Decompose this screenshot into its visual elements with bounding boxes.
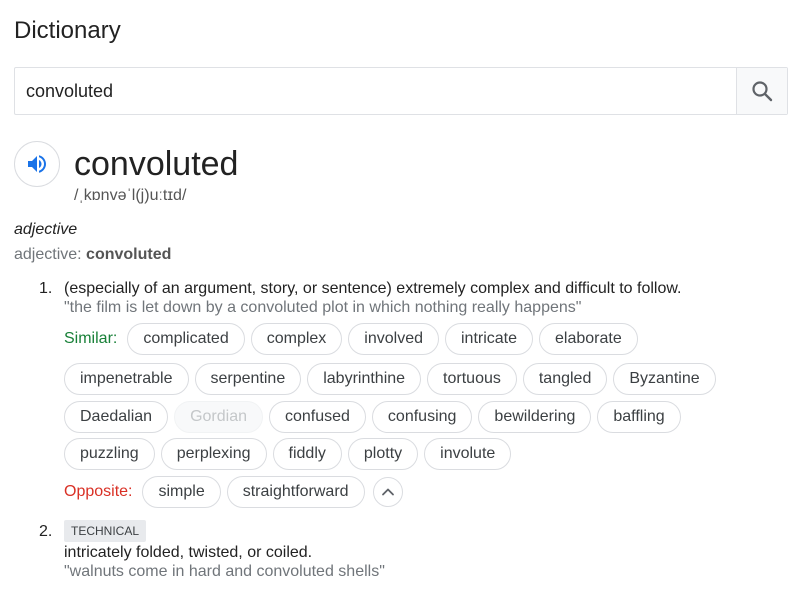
- synonym-chip[interactable]: serpentine: [194, 363, 302, 395]
- headword: convoluted: [74, 145, 239, 183]
- antonym-chip[interactable]: straightforward: [226, 476, 365, 508]
- chevron-up-icon: [381, 488, 394, 496]
- synonym-chip[interactable]: plotty: [347, 438, 419, 470]
- synonym-chip[interactable]: bewildering: [478, 401, 592, 433]
- sense-definition: intricately folded, twisted, or coiled.: [64, 544, 313, 561]
- synonym-chip[interactable]: Daedalian: [64, 401, 169, 433]
- synonym-chip[interactable]: intricate: [445, 323, 534, 355]
- synonym-chip[interactable]: baffling: [597, 401, 681, 433]
- similar-row: puzzling perplexing fiddly plotty involu…: [64, 438, 512, 470]
- similar-row: impenetrable serpentine labyrinthine tor…: [64, 363, 716, 395]
- synonym-chip[interactable]: Byzantine: [613, 363, 716, 395]
- forms-value: convoluted: [86, 246, 172, 263]
- sense-number: 2.: [39, 523, 53, 540]
- sense-definition: (especially of an argument, story, or se…: [64, 280, 682, 297]
- synonym-chip-disabled: Gordian: [174, 401, 263, 433]
- synonym-chip[interactable]: involved: [348, 323, 439, 355]
- search-button[interactable]: [736, 68, 787, 114]
- similar-row: Similar: complicated complex involved in…: [64, 323, 638, 355]
- synonym-chip[interactable]: complex: [250, 323, 343, 355]
- sense-example: "the film is let down by a convoluted pl…: [64, 299, 582, 316]
- synonym-chip[interactable]: puzzling: [64, 438, 155, 470]
- synonym-chip[interactable]: elaborate: [539, 323, 638, 355]
- synonym-chip[interactable]: tangled: [522, 363, 608, 395]
- pronunciation-button[interactable]: [14, 141, 60, 187]
- opposite-row: Opposite: simple straightforward: [64, 476, 403, 508]
- synonym-chip[interactable]: confusing: [371, 401, 473, 433]
- phonetic-transcription: /ˌkɒnvəˈl(j)uːtɪd/: [74, 187, 187, 204]
- synonym-chip[interactable]: confused: [268, 401, 366, 433]
- synonym-chip[interactable]: labyrinthine: [307, 363, 422, 395]
- opposite-label: Opposite:: [64, 483, 133, 500]
- part-of-speech: adjective: [14, 221, 78, 238]
- synonym-chip[interactable]: impenetrable: [64, 363, 189, 395]
- speaker-icon: [28, 155, 46, 173]
- forms-label: adjective:: [14, 246, 82, 263]
- synonym-chip[interactable]: complicated: [127, 323, 245, 355]
- sense-number: 1.: [39, 280, 53, 297]
- synonym-chip[interactable]: perplexing: [160, 438, 267, 470]
- search-icon: [752, 81, 773, 102]
- search-input[interactable]: [15, 68, 736, 114]
- synonym-chip[interactable]: tortuous: [427, 363, 517, 395]
- synonym-chip[interactable]: fiddly: [272, 438, 342, 470]
- similar-label: Similar:: [64, 330, 118, 347]
- sense-example: "walnuts come in hard and convoluted she…: [64, 563, 385, 580]
- similar-row: Daedalian Gordian confused confusing bew…: [64, 401, 681, 433]
- domain-tag: TECHNICAL: [64, 520, 147, 542]
- page-title: Dictionary: [14, 17, 121, 44]
- search-box: [14, 67, 788, 115]
- word-forms: adjective: convoluted: [14, 245, 171, 265]
- synonym-chip[interactable]: involute: [424, 438, 512, 470]
- antonym-chip[interactable]: simple: [142, 476, 221, 508]
- collapse-synonyms-button[interactable]: [372, 477, 403, 507]
